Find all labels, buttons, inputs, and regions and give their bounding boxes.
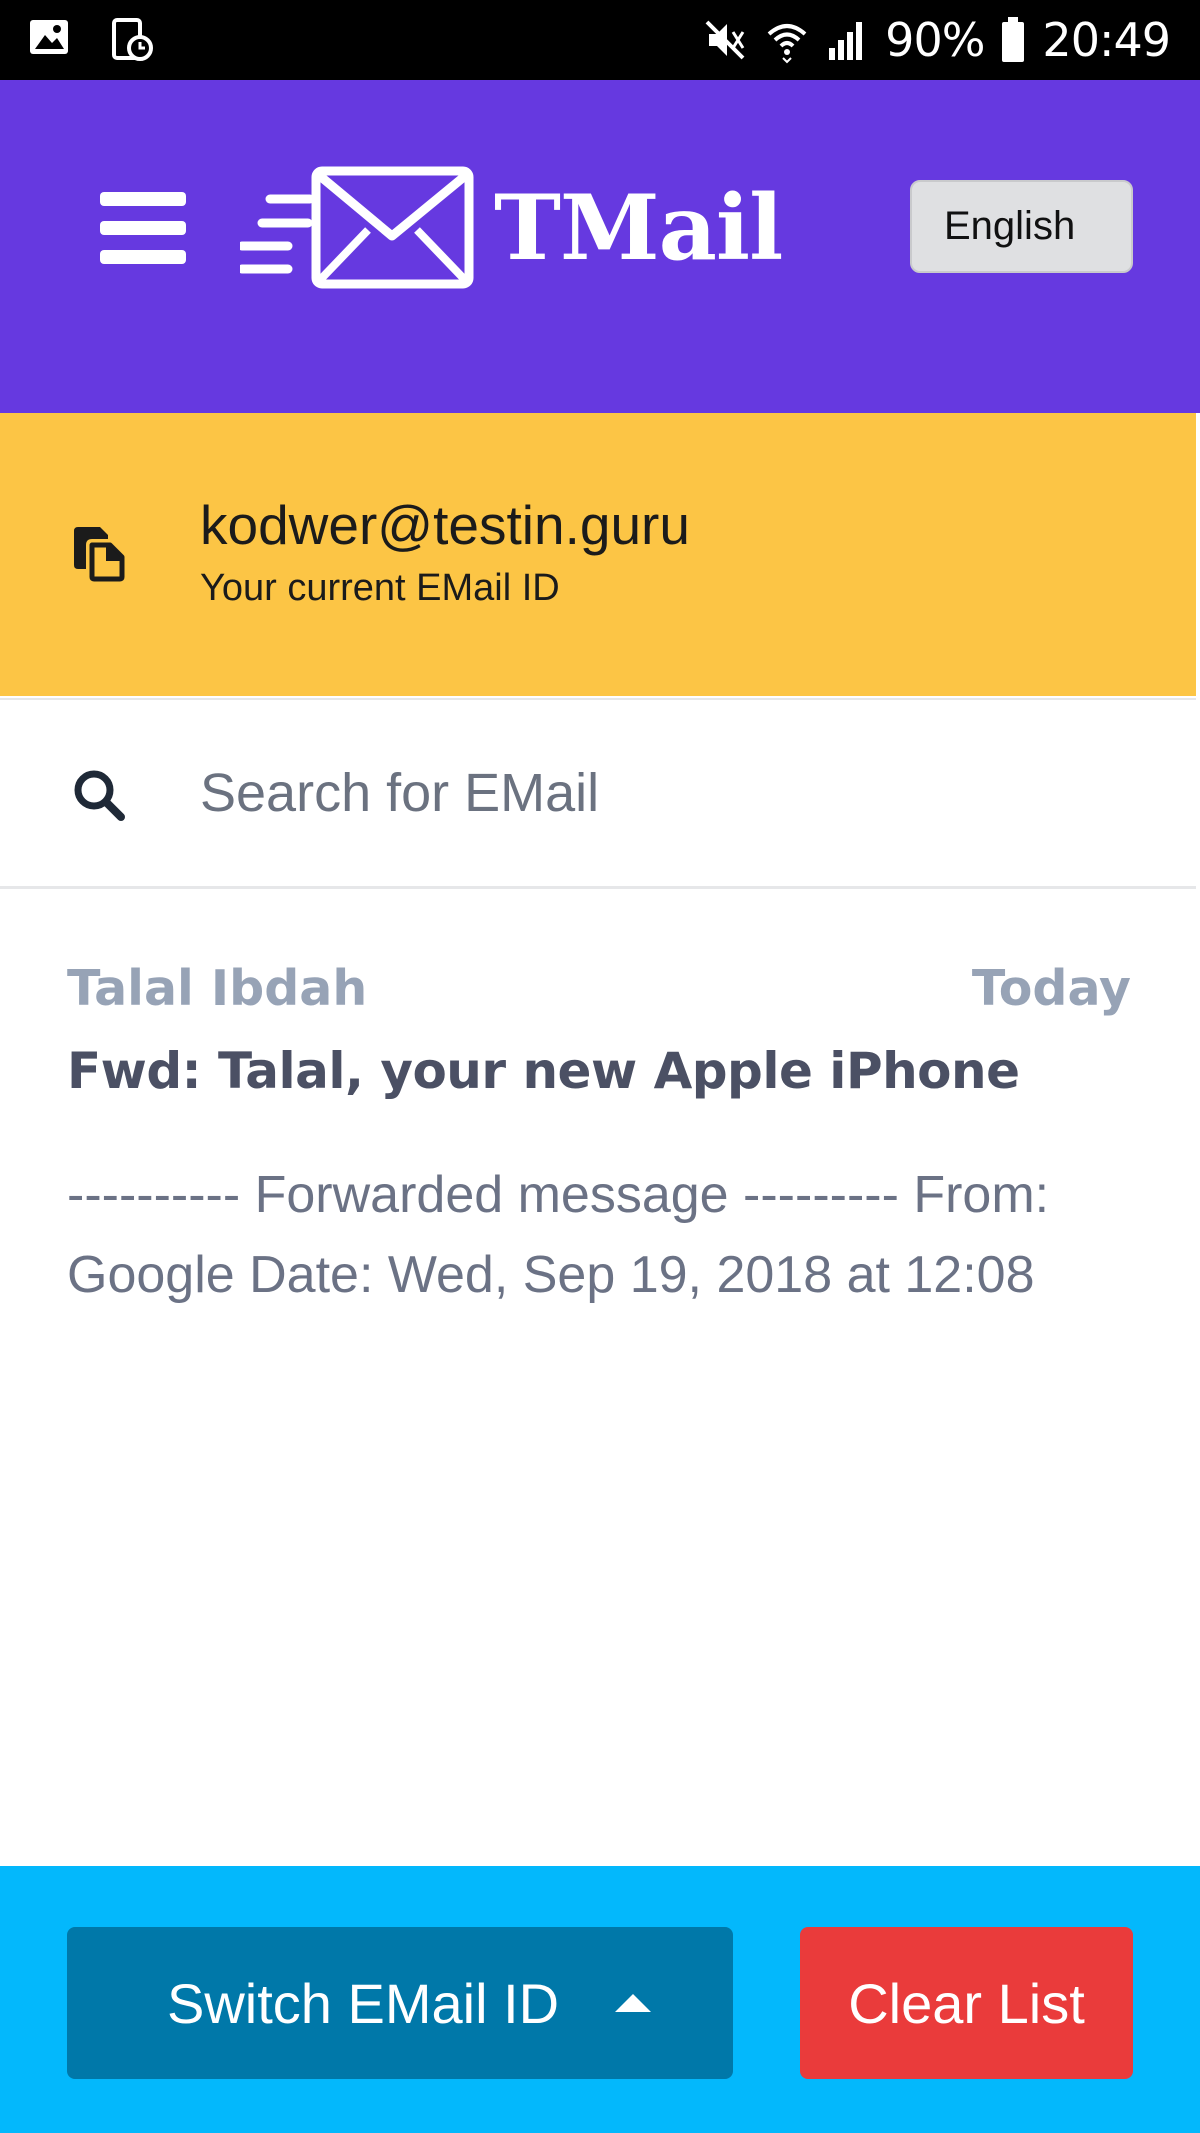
language-button[interactable]: English — [910, 180, 1133, 273]
mute-icon — [705, 20, 745, 60]
bottom-action-bar: Switch EMail ID Clear List — [0, 1866, 1200, 2133]
current-email-caption: Your current EMail ID — [200, 567, 560, 609]
envelope-logo-icon — [240, 166, 474, 289]
logo-text: TMail — [494, 175, 783, 281]
app-header: TMail English — [0, 80, 1200, 413]
switch-email-button[interactable]: Switch EMail ID — [67, 1927, 733, 2079]
caret-up-icon — [615, 1994, 652, 2012]
battery-percent: 90% — [885, 13, 985, 67]
search-icon — [74, 770, 125, 821]
switch-email-label: Switch EMail ID — [167, 1971, 560, 2035]
battery-icon — [1002, 17, 1025, 62]
search-bar — [0, 698, 1196, 889]
mail-subject: Fwd: Talal, your new Apple iPhone — [67, 1042, 1020, 1100]
mail-date: Today — [971, 960, 1131, 1017]
current-email-address[interactable]: kodwer@testin.guru — [200, 493, 690, 557]
clear-list-button[interactable]: Clear List — [800, 1927, 1133, 2079]
search-input[interactable] — [200, 748, 1140, 838]
tmail-logo[interactable]: TMail — [240, 166, 783, 290]
screenshot-icon — [112, 18, 153, 61]
copy-icon[interactable] — [70, 523, 130, 583]
clock: 20:49 — [1042, 13, 1171, 67]
image-icon — [30, 20, 68, 54]
signal-icon — [829, 22, 863, 60]
wifi-icon — [767, 24, 807, 64]
mail-preview: ---------- Forwarded message --------- F… — [67, 1166, 1050, 1304]
current-email-panel: kodwer@testin.guru Your current EMail ID — [0, 413, 1196, 696]
mail-sender: Talal Ibdah — [67, 960, 368, 1017]
hamburger-icon[interactable] — [100, 192, 186, 264]
status-bar: 90% 20:49 — [0, 0, 1200, 80]
